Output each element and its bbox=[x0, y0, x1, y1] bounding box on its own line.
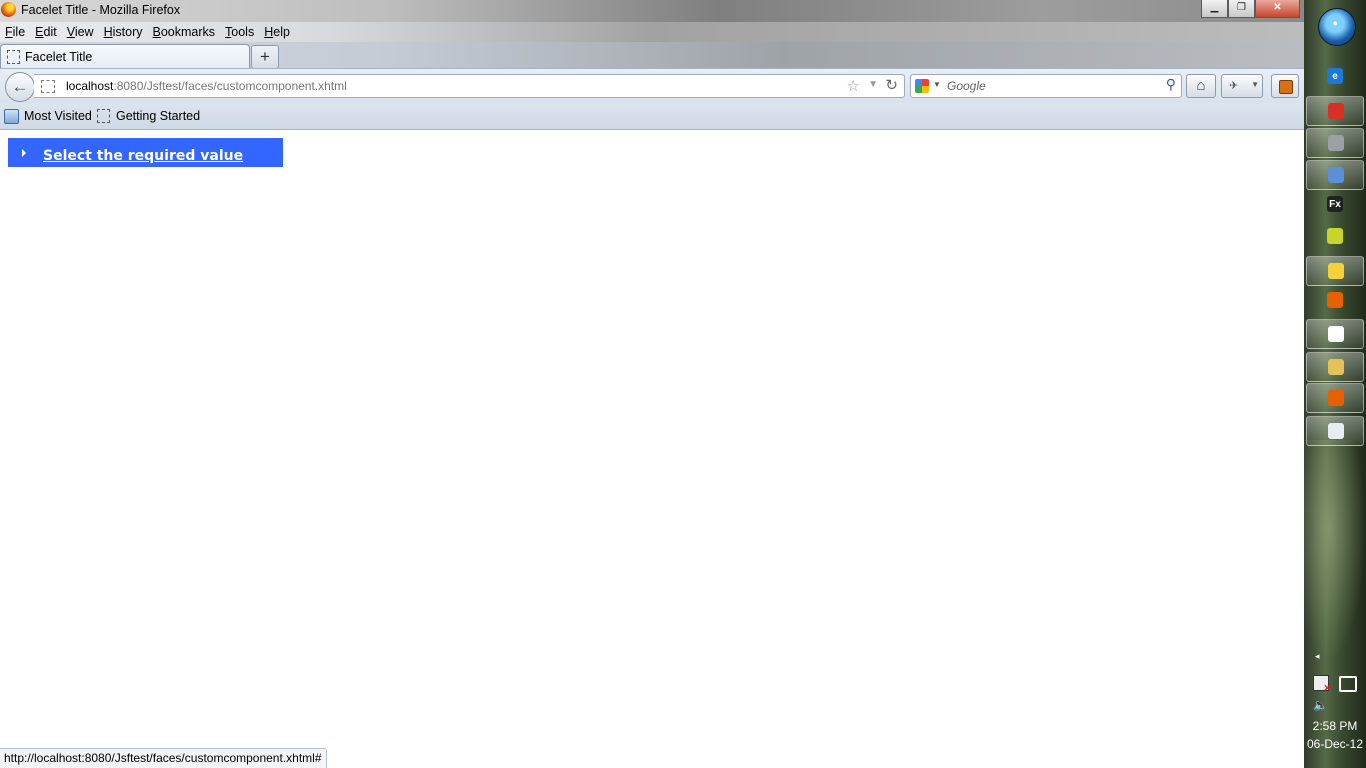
navigation-toolbar: ← localhost:8080/Jsftest/faces/customcom… bbox=[0, 68, 1304, 104]
reload-icon[interactable]: ↻ bbox=[885, 76, 898, 94]
menu-help[interactable]: Help bbox=[259, 22, 295, 39]
menu-bar: File Edit View History Bookmarks Tools H… bbox=[0, 22, 1304, 42]
window-controls: ▁ ❐ ✕ bbox=[1201, 0, 1300, 18]
internet-explorer-icon: e bbox=[1327, 68, 1343, 84]
search-go-icon[interactable]: ⚲ bbox=[1166, 76, 1176, 93]
taskbar-button[interactable]: e bbox=[1306, 62, 1362, 90]
chrome-icon bbox=[1328, 103, 1344, 119]
taskbar-button[interactable]: Fx bbox=[1306, 190, 1362, 218]
most-visited-icon[interactable] bbox=[4, 109, 19, 124]
clock-time[interactable]: 2:58 PM bbox=[1304, 719, 1366, 733]
start-button[interactable] bbox=[1318, 8, 1356, 46]
taskbar-button[interactable] bbox=[1306, 160, 1364, 190]
status-bar: http://localhost:8080/Jsftest/faces/cust… bbox=[0, 748, 327, 768]
firefox-window: Facelet Title - Mozilla Firefox ▁ ❐ ✕ Fi… bbox=[0, 0, 1304, 768]
menu-bookmarks[interactable]: Bookmarks bbox=[148, 22, 221, 39]
virtualbox-icon bbox=[1328, 167, 1344, 183]
firebug-icon bbox=[1279, 80, 1293, 94]
page-icon bbox=[7, 50, 20, 64]
url-host: localhost bbox=[66, 79, 114, 93]
site-identity-icon[interactable] bbox=[41, 80, 55, 93]
firefox-active-icon bbox=[1328, 390, 1344, 406]
history-dropdown-icon[interactable]: ▼ bbox=[868, 79, 878, 90]
clock-date[interactable]: 06-Dec-12 bbox=[1304, 737, 1366, 751]
addon-icon: ✈ bbox=[1229, 80, 1239, 92]
menu-file[interactable]: File bbox=[0, 22, 30, 39]
taskbar-button[interactable] bbox=[1306, 352, 1364, 382]
select-value-link[interactable]: Select the required value bbox=[43, 148, 243, 164]
bookmark-star-icon[interactable]: ☆ bbox=[847, 77, 860, 95]
window-title: Facelet Title - Mozilla Firefox bbox=[21, 3, 181, 17]
url-text[interactable]: localhost:8080/Jsftest/faces/customcompo… bbox=[66, 79, 347, 93]
taskbar-button[interactable] bbox=[1306, 416, 1364, 446]
firefox-logo-icon[interactable] bbox=[1, 2, 16, 17]
taskbar-button[interactable] bbox=[1306, 128, 1364, 158]
title-bar: Facelet Title - Mozilla Firefox ▁ ❐ ✕ bbox=[0, 0, 1304, 22]
volume-icon[interactable]: 🔈 bbox=[1313, 698, 1328, 712]
flex-icon: Fx bbox=[1327, 196, 1343, 212]
google-engine-icon[interactable] bbox=[915, 79, 929, 93]
chat-icon bbox=[1328, 263, 1344, 279]
java-icon bbox=[1328, 423, 1344, 439]
speech-icon bbox=[1328, 326, 1344, 342]
firefox-icon bbox=[1327, 292, 1343, 308]
bookmark-most-visited[interactable]: Most Visited bbox=[24, 109, 92, 123]
collapsible-panel-header[interactable]: Select the required value bbox=[8, 138, 283, 167]
search-bar: ▼ ⚲ bbox=[910, 74, 1182, 98]
back-button[interactable]: ← bbox=[5, 72, 35, 102]
minimize-button[interactable]: ▁ bbox=[1201, 0, 1228, 18]
action-center-flag-icon[interactable] bbox=[1313, 675, 1331, 694]
bookmarks-toolbar: Most Visited Getting Started bbox=[0, 103, 1304, 130]
expand-arrow-icon[interactable] bbox=[22, 149, 26, 157]
menu-tools[interactable]: Tools bbox=[220, 22, 259, 39]
close-button[interactable]: ✕ bbox=[1255, 0, 1300, 18]
menu-view[interactable]: View bbox=[62, 22, 99, 39]
taskbar-button[interactable] bbox=[1306, 383, 1364, 413]
taskbar-button[interactable] bbox=[1306, 222, 1362, 250]
taskbar-button[interactable] bbox=[1306, 256, 1364, 286]
taskbar-button[interactable] bbox=[1306, 286, 1362, 314]
network-app-icon bbox=[1328, 135, 1344, 151]
tab-facelet-title[interactable]: Facelet Title bbox=[0, 44, 250, 69]
search-input[interactable] bbox=[945, 77, 1154, 95]
page-content: Select the required value bbox=[0, 130, 1304, 768]
new-tab-button[interactable]: + bbox=[251, 45, 279, 69]
network-icon[interactable] bbox=[1339, 676, 1357, 692]
tab-bar: Facelet Title + bbox=[0, 42, 1304, 69]
address-bar[interactable]: localhost:8080/Jsftest/faces/customcompo… bbox=[34, 74, 905, 98]
url-path: :8080/Jsftest/faces/customcomponent.xhtm… bbox=[113, 79, 347, 93]
addon-button[interactable]: ✈ ▼ bbox=[1221, 74, 1263, 98]
windows-taskbar: e Fx ◂ 🔈 2:58 PM 06-Dec-12 bbox=[1304, 0, 1366, 768]
maximize-button[interactable]: ❐ bbox=[1228, 0, 1255, 18]
taskbar-button[interactable] bbox=[1306, 96, 1364, 126]
menu-edit[interactable]: Edit bbox=[30, 22, 62, 39]
addon-dropdown-icon[interactable]: ▼ bbox=[1251, 80, 1259, 89]
bookmark-getting-started[interactable]: Getting Started bbox=[116, 109, 200, 123]
taskbar-button[interactable] bbox=[1306, 319, 1364, 349]
engine-dropdown-icon[interactable]: ▼ bbox=[933, 80, 941, 89]
firebug-button[interactable] bbox=[1271, 74, 1299, 98]
tray-expand-icon[interactable]: ◂ bbox=[1315, 651, 1320, 662]
bug-icon bbox=[1327, 228, 1343, 244]
tab-label: Facelet Title bbox=[25, 50, 93, 64]
explorer-folder-icon bbox=[1328, 359, 1344, 375]
menu-history[interactable]: History bbox=[99, 22, 148, 39]
home-button[interactable]: ⌂ bbox=[1186, 74, 1216, 98]
getting-started-icon[interactable] bbox=[97, 109, 110, 123]
